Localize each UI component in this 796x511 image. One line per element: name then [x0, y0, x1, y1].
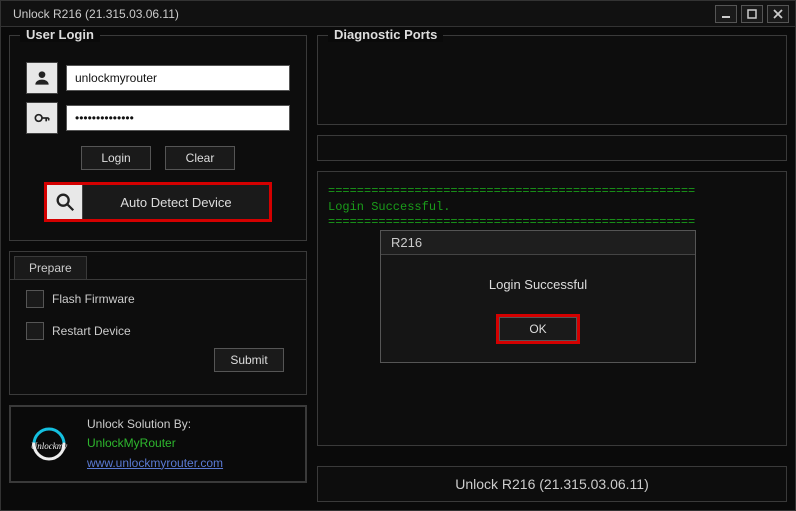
status-strip — [317, 135, 787, 161]
log-separator-bottom: ========================================… — [328, 215, 776, 231]
username-row — [10, 58, 306, 98]
branding-name: UnlockMyRouter — [87, 434, 223, 453]
flash-firmware-row: Flash Firmware — [10, 280, 306, 312]
footer-status-text: Unlock R216 (21.315.03.06.11) — [455, 476, 649, 492]
maximize-button[interactable] — [741, 5, 763, 23]
login-button-row: Login Clear — [10, 138, 306, 174]
titlebar[interactable]: Unlock R216 (21.315.03.06.11) — [1, 1, 795, 27]
user-icon — [26, 62, 58, 94]
login-success-dialog: R216 Login Successful OK — [380, 230, 696, 363]
flash-firmware-label: Flash Firmware — [52, 292, 135, 306]
prepare-group: Prepare Flash Firmware Restart Device Su… — [9, 251, 307, 395]
flash-firmware-checkbox[interactable] — [26, 290, 44, 308]
user-login-group: User Login Login Clear — [9, 35, 307, 241]
branding-group: Unlockmy Unlock Solution By: UnlockMyRou… — [9, 405, 307, 483]
left-column: User Login Login Clear — [9, 35, 307, 502]
minimize-button[interactable] — [715, 5, 737, 23]
password-input[interactable] — [66, 105, 290, 131]
dialog-body-text: Login Successful — [381, 255, 695, 314]
log-separator-top: ========================================… — [328, 184, 776, 200]
diagnostic-ports-title: Diagnostic Ports — [328, 27, 443, 42]
branding-by: Unlock Solution By: — [87, 415, 223, 434]
brand-logo-icon: Unlockmy — [23, 418, 75, 470]
footer-status-bar: Unlock R216 (21.315.03.06.11) — [317, 466, 787, 502]
prepare-tab-strip: Prepare — [10, 256, 306, 280]
svg-text:Unlockmy: Unlockmy — [31, 441, 67, 451]
clear-button[interactable]: Clear — [165, 146, 235, 170]
window-title: Unlock R216 (21.315.03.06.11) — [7, 7, 179, 21]
submit-button[interactable]: Submit — [214, 348, 284, 372]
window-controls — [715, 5, 789, 23]
diagnostic-ports-group: Diagnostic Ports — [317, 35, 787, 125]
app-window: Unlock R216 (21.315.03.06.11) User Login — [0, 0, 796, 511]
restart-device-checkbox[interactable] — [26, 322, 44, 340]
auto-detect-button[interactable]: Auto Detect Device — [83, 185, 269, 219]
close-button[interactable] — [767, 5, 789, 23]
dialog-ok-highlight: OK — [496, 314, 580, 344]
branding-url-link[interactable]: www.unlockmyrouter.com — [87, 454, 223, 473]
dialog-ok-row: OK — [381, 314, 695, 362]
user-login-title: User Login — [20, 27, 100, 42]
log-message: Login Successful. — [328, 200, 776, 216]
auto-detect-highlight: Auto Detect Device — [44, 182, 272, 222]
restart-device-label: Restart Device — [52, 324, 131, 338]
search-icon — [47, 185, 83, 219]
right-column: Diagnostic Ports =======================… — [317, 35, 787, 502]
restart-device-row: Restart Device — [10, 312, 306, 344]
log-panel: ========================================… — [317, 171, 787, 446]
dialog-ok-button[interactable]: OK — [499, 317, 577, 341]
branding-text: Unlock Solution By: UnlockMyRouter www.u… — [87, 415, 223, 473]
password-row — [10, 98, 306, 138]
content-area: User Login Login Clear — [1, 27, 795, 510]
login-button[interactable]: Login — [81, 146, 151, 170]
key-icon — [26, 102, 58, 134]
dialog-title[interactable]: R216 — [381, 231, 695, 255]
username-input[interactable] — [66, 65, 290, 91]
tab-prepare[interactable]: Prepare — [14, 256, 87, 279]
submit-row: Submit — [10, 344, 306, 382]
